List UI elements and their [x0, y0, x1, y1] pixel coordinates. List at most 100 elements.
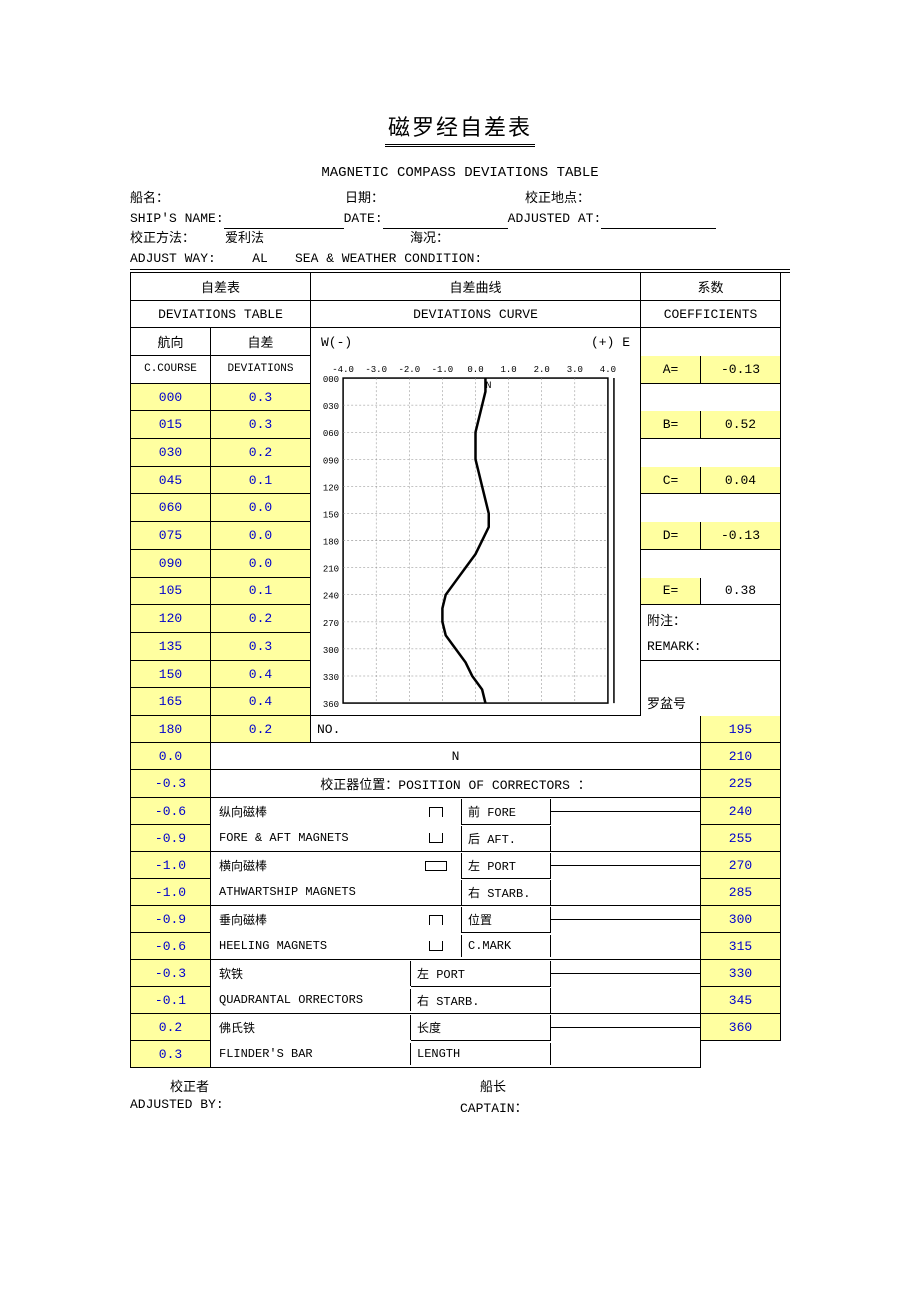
ship-name-field[interactable]	[224, 209, 344, 229]
hdr-course-en: C.COURSE	[131, 356, 211, 384]
corr-r5a: 佛氏铁 长度	[211, 1014, 701, 1041]
dev-105: 0.1	[211, 578, 311, 606]
svg-text:-2.0: -2.0	[398, 364, 420, 375]
svg-text:1.0: 1.0	[500, 364, 516, 375]
corr-pos-val[interactable]	[551, 919, 700, 920]
corr-starb: 右 STARB.	[461, 880, 551, 905]
meta-sea-cn: 海况：	[410, 229, 449, 249]
dev-015: 0.3	[211, 411, 311, 439]
svg-text:-1.0: -1.0	[432, 364, 454, 375]
coef-A-val: -0.13	[701, 356, 781, 384]
meta-block: 船名： 日期： 校正地点： SHIP'S NAME: DATE: ADJUSTE…	[130, 189, 790, 270]
corr-length-val1[interactable]	[551, 1027, 700, 1028]
corr-r2a: 横向磁棒 左 PORT	[211, 852, 701, 879]
dev-090: 0.0	[211, 550, 311, 578]
corr-qport-val[interactable]	[551, 973, 700, 974]
corr-port-val[interactable]	[551, 865, 700, 866]
coef-gap-A	[641, 384, 781, 412]
svg-text:090: 090	[323, 455, 339, 466]
corr-pos: 位置	[461, 907, 551, 933]
coef-E-val: 0.38	[701, 578, 781, 606]
svg-text:060: 060	[323, 428, 339, 439]
svg-text:300: 300	[323, 645, 339, 656]
dev-195: 0.0	[131, 743, 211, 770]
page-title-cn: 磁罗经自差表	[130, 110, 790, 142]
course-135: 135	[131, 633, 211, 661]
svg-text:270: 270	[323, 618, 339, 629]
footer-capt-en: CAPTAIN：	[460, 1101, 528, 1116]
course-300: 300	[701, 906, 781, 933]
meta-way-en-val: AL	[225, 249, 295, 270]
corr-r3a: 垂向磁棒 位置	[211, 906, 701, 933]
dev-135: 0.3	[211, 633, 311, 661]
adjusted-at-field[interactable]	[601, 209, 716, 229]
corr-qport: 左 PORT	[411, 961, 551, 987]
corr-r1b: FORE & AFT MAGNETS 后 AFT.	[211, 825, 701, 852]
hdr-curve-en: DEVIATIONS CURVE	[311, 301, 641, 328]
meta-date-en: DATE:	[344, 209, 383, 229]
svg-text:180: 180	[323, 537, 339, 548]
remark-en: REMARK:	[641, 633, 781, 661]
meta-ship-cn: 船名：	[130, 189, 345, 209]
hdr-e: (+) E	[591, 335, 630, 350]
dev-060: 0.0	[211, 494, 311, 522]
corr-aft: 后 AFT.	[461, 826, 551, 851]
hdr-devtable-cn: 自差表	[131, 273, 311, 301]
date-field[interactable]	[383, 209, 508, 229]
corr-fore: 前 FORE	[461, 799, 551, 825]
corr-length-cn: 长度	[411, 1015, 551, 1041]
coef-blank-0	[641, 328, 781, 356]
dev-120: 0.2	[211, 605, 311, 633]
corr-r5-en: FLINDER'S BAR	[211, 1043, 411, 1065]
hdr-dev-cn: 自差	[211, 328, 311, 356]
course-315: 315	[701, 933, 781, 960]
corr-r3-cn: 垂向磁棒	[211, 907, 411, 932]
svg-text:2.0: 2.0	[534, 364, 550, 375]
course-225: 225	[701, 770, 781, 798]
corr-qstarb: 右 STARB.	[411, 988, 551, 1013]
svg-text:000: 000	[323, 374, 339, 385]
correctors-title: 校正器位置：POSITION OF CORRECTORS ：	[211, 770, 701, 798]
dev-270: -1.0	[131, 879, 211, 906]
bowl-cn: 罗盆号	[641, 688, 781, 716]
corr-r1a: 纵向磁棒 前 FORE	[211, 798, 701, 825]
meta-sea-en: SEA & WEATHER CONDITION:	[295, 249, 790, 270]
coef-C-val: 0.04	[701, 467, 781, 495]
svg-text:240: 240	[323, 591, 339, 602]
course-285: 285	[701, 879, 781, 906]
coef-gap-B	[641, 439, 781, 467]
hdr-we: W(-) (+) E	[311, 328, 641, 356]
bowl-en: NO.	[311, 716, 701, 743]
meta-adjusted-en: ADJUSTED AT:	[508, 209, 602, 229]
svg-text:150: 150	[323, 509, 339, 520]
coef-gap-remark	[641, 661, 781, 689]
course-075: 075	[131, 522, 211, 550]
coef-gap-D	[641, 550, 781, 578]
svg-text:030: 030	[323, 401, 339, 412]
dev-225: -0.6	[131, 798, 211, 825]
meta-way-val: 爱利法	[225, 229, 410, 249]
corr-r4a: 软铁 左 PORT	[211, 960, 701, 987]
dev-240: -0.9	[131, 825, 211, 852]
dev-315: -0.3	[131, 960, 211, 987]
corr-cmark: C.MARK	[461, 935, 551, 957]
dev-075: 0.0	[211, 522, 311, 550]
course-090: 090	[131, 550, 211, 578]
box-icon-bot	[429, 833, 443, 843]
course-360: 360	[701, 1014, 781, 1041]
corr-fore-val[interactable]	[551, 811, 700, 812]
hbox-icon	[425, 861, 447, 871]
svg-text:330: 330	[323, 672, 339, 683]
corr-r4-en: QUADRANTAL ORRECTORS	[211, 989, 411, 1011]
vbox-icon-bot	[429, 941, 443, 951]
title-underline	[385, 144, 535, 147]
meta-date-cn: 日期：	[345, 189, 525, 209]
coef-E-label: E=	[641, 578, 701, 606]
svg-text:4.0: 4.0	[600, 364, 616, 375]
svg-text:360: 360	[323, 699, 339, 710]
course-195: 195	[701, 716, 781, 743]
dev-345: 0.2	[131, 1014, 211, 1041]
course-105: 105	[131, 578, 211, 606]
coef-B-label: B=	[641, 411, 701, 439]
hdr-w: W(-)	[321, 335, 352, 350]
